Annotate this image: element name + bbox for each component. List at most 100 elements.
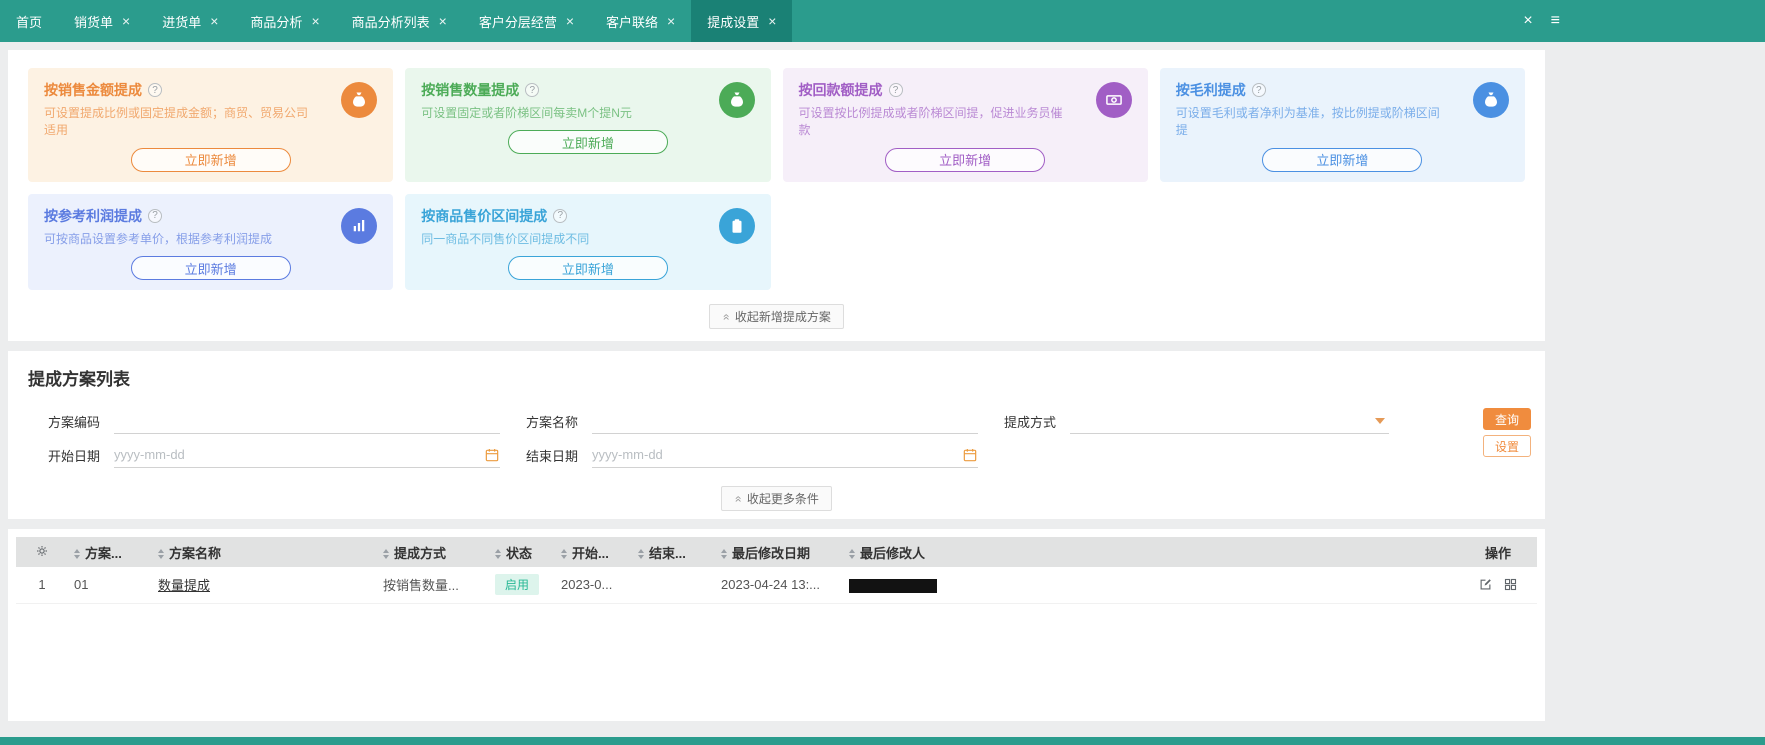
sort-icon[interactable] — [721, 549, 727, 560]
status-badge: 启用 — [495, 574, 540, 596]
add-now-button[interactable]: 立即新增 — [885, 147, 1046, 172]
column-settings-header[interactable] — [16, 537, 68, 568]
sort-icon[interactable] — [158, 549, 164, 560]
sort-icon[interactable] — [495, 549, 501, 560]
filter-row-2: 开始日期 结束日期 — [8, 438, 1545, 472]
help-icon[interactable]: ? — [553, 208, 568, 223]
tab-label: 商品分析 — [250, 14, 303, 30]
close-icon[interactable]: × — [210, 14, 218, 28]
plan-name-input[interactable] — [592, 413, 978, 429]
tab-label: 商品分析列表 — [351, 14, 430, 30]
start-date-input[interactable] — [114, 447, 484, 463]
start-date-label: 开始日期 — [48, 448, 101, 464]
table-row[interactable]: 1 01 数量提成 按销售数量... 启用 2023-0... 2023-04-… — [16, 567, 1537, 604]
close-icon[interactable]: × — [768, 14, 776, 28]
card-title-row: 按商品售价区间提成 ? — [421, 206, 754, 226]
tab-customer-contact[interactable]: 客户联络 × — [590, 0, 691, 42]
plan-list-panel: 提成方案列表 方案编码 方案名称 提成方式 开始日期 yyyy-mm-dd 结束… — [8, 351, 1545, 520]
header-plan-name[interactable]: 方案名称 — [152, 537, 377, 568]
calendar-icon[interactable] — [962, 447, 978, 463]
add-now-button[interactable]: 立即新增 — [507, 256, 668, 281]
collapse-cards-button[interactable]: » 收起新增提成方案 — [709, 304, 844, 330]
filters-area: 方案编码 方案名称 提成方式 开始日期 yyyy-mm-dd 结束日期 yyyy… — [8, 404, 1545, 472]
header-start-date[interactable]: 开始... — [555, 537, 632, 568]
topbar-actions: × ≡ — [1523, 0, 1560, 42]
tab-sales-invoice[interactable]: 销货单 × — [58, 0, 146, 42]
chevron-up-icon: » — [730, 495, 745, 503]
card-title-row: 按参考利润提成 ? — [44, 206, 377, 226]
add-now-button[interactable]: 立即新增 — [130, 147, 291, 172]
close-icon[interactable]: × — [667, 14, 675, 28]
close-icon[interactable]: × — [439, 14, 447, 28]
tab-label: 进货单 — [162, 14, 202, 30]
main-content: 按销售金额提成 ? 可设置提成比例或固定提成金额；商贸、贸易公司适用 立即新增 … — [0, 42, 1553, 722]
help-icon[interactable]: ? — [888, 83, 903, 97]
page-title: 提成方案列表 — [28, 370, 130, 390]
plan-code-label: 方案编码 — [48, 414, 101, 430]
sort-icon[interactable] — [849, 549, 855, 560]
row-modified-date: 2023-04-24 13:... — [715, 567, 843, 604]
help-icon[interactable]: ? — [525, 83, 540, 97]
help-icon[interactable]: ? — [1251, 83, 1266, 97]
tab-product-analysis[interactable]: 商品分析 × — [234, 0, 335, 42]
help-icon[interactable]: ? — [148, 83, 162, 97]
card-description: 可设置毛利或者净利为基准，按比例提或阶梯区间提 — [1175, 106, 1440, 138]
tab-commission-settings[interactable]: 提成设置 × — [691, 0, 793, 42]
card-title-row: 按销售金额提成 ? — [44, 80, 377, 100]
header-commission-method[interactable]: 提成方式 — [377, 537, 489, 568]
tab-product-analysis-list[interactable]: 商品分析列表 × — [336, 0, 463, 42]
card-title: 按商品售价区间提成 — [421, 207, 548, 224]
end-date-input[interactable] — [592, 447, 962, 463]
plan-code-input[interactable] — [114, 413, 500, 429]
help-icon[interactable]: ? — [148, 208, 162, 223]
chevron-up-icon: » — [718, 313, 733, 321]
close-icon[interactable]: × — [1523, 13, 1532, 29]
close-icon[interactable]: × — [311, 14, 319, 28]
sort-icon[interactable] — [383, 549, 389, 560]
plan-name-link[interactable]: 数量提成 — [158, 578, 210, 593]
card-title: 按参考利润提成 — [44, 207, 142, 224]
calendar-icon[interactable] — [484, 447, 500, 463]
gear-icon[interactable] — [34, 545, 50, 562]
card-title: 按销售数量提成 — [421, 82, 520, 98]
settings-button[interactable]: 设置 — [1483, 435, 1531, 458]
header-modified-date[interactable]: 最后修改日期 — [715, 537, 843, 568]
close-icon[interactable]: × — [566, 14, 574, 28]
search-button[interactable]: 查询 — [1483, 408, 1531, 431]
tab-home[interactable]: 首页 — [0, 0, 58, 42]
row-plan-name: 数量提成 — [152, 567, 377, 604]
collapse-filters-label: 收起更多条件 — [746, 492, 819, 507]
close-icon[interactable]: × — [122, 14, 130, 28]
row-actions — [1459, 567, 1537, 604]
menu-icon[interactable]: ≡ — [1551, 13, 1560, 29]
card-title: 按销售金额提成 — [44, 82, 142, 98]
cards-grid: 按销售金额提成 ? 可设置提成比例或固定提成金额；商贸、贸易公司适用 立即新增 … — [28, 68, 1525, 291]
tab-purchase-invoice[interactable]: 进货单 × — [146, 0, 234, 42]
collapse-cards-label: 收起新增提成方案 — [734, 310, 831, 325]
banknote-icon — [1095, 82, 1132, 118]
commission-method-select[interactable] — [1070, 408, 1389, 435]
header-plan-code[interactable]: 方案... — [68, 537, 152, 568]
edit-icon[interactable] — [1478, 577, 1493, 592]
card-title: 按毛利提成 — [1175, 82, 1246, 98]
tab-customer-segmentation[interactable]: 客户分层经营 × — [463, 0, 590, 42]
tab-label: 客户分层经营 — [478, 14, 557, 30]
header-end-date[interactable]: 结束... — [632, 537, 715, 568]
sort-icon[interactable] — [74, 549, 80, 560]
collapse-filters-button[interactable]: » 收起更多条件 — [721, 486, 832, 512]
table-header-row: 方案... 方案名称 提成方式 状态 开始... 结束... 最后修改日期 最后… — [16, 537, 1537, 568]
end-date-label: 结束日期 — [526, 448, 579, 464]
card-title-row: 按销售数量提成 ? — [421, 80, 754, 100]
sort-icon[interactable] — [638, 549, 644, 560]
sort-icon[interactable] — [561, 549, 567, 560]
add-now-button[interactable]: 立即新增 — [1262, 147, 1423, 172]
add-now-button[interactable]: 立即新增 — [507, 130, 668, 155]
plans-table-panel: 方案... 方案名称 提成方式 状态 开始... 结束... 最后修改日期 最后… — [8, 529, 1545, 722]
header-status[interactable]: 状态 — [489, 537, 555, 568]
grid-icon[interactable] — [1503, 577, 1518, 592]
add-now-button[interactable]: 立即新增 — [130, 256, 291, 281]
card-sales-quantity: 按销售数量提成 ? 可设置固定或者阶梯区间每卖M个提N元 立即新增 — [405, 68, 771, 182]
header-modified-by[interactable]: 最后修改人 — [843, 537, 1459, 568]
chevron-down-icon[interactable] — [1375, 417, 1385, 424]
card-description: 同一商品不同售价区间提成不同 — [421, 231, 590, 246]
